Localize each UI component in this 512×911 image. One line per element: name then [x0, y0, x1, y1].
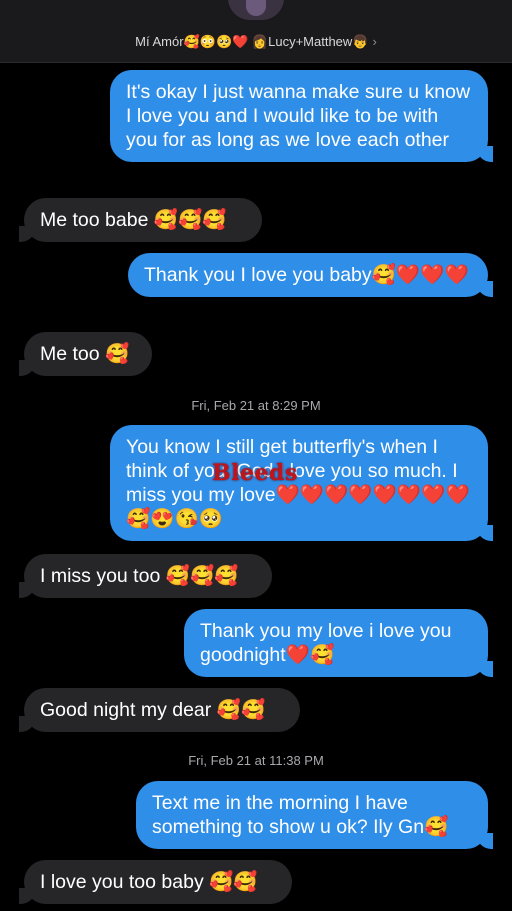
received-message[interactable]: I love you too baby 🥰🥰 [19, 860, 292, 904]
conversation-header[interactable]: Mí Amór🥰😳🥺❤️ 👩Lucy+Matthew👦 › [0, 0, 512, 63]
chevron-right-icon: › [372, 34, 377, 49]
received-message[interactable]: I miss you too 🥰🥰🥰 [19, 554, 272, 598]
timestamp-day: Fri, Feb 21 [191, 398, 255, 413]
timestamp: Fri, Feb 21 at 8:29 PM [191, 398, 321, 413]
sent-message[interactable]: It's okay I just wanna make sure u know … [110, 70, 493, 162]
timestamp: Fri, Feb 21 at 11:38 PM [188, 753, 324, 768]
received-message[interactable]: Me too 🥰 [19, 332, 152, 376]
sent-message[interactable]: Text me in the morning I have something … [136, 781, 493, 849]
timestamp-day: Fri, Feb 21 [188, 753, 252, 768]
received-message[interactable]: Good night my dear 🥰🥰 [19, 688, 300, 732]
watermark: Bleeds [212, 460, 298, 486]
sent-message[interactable]: Thank you I love you baby🥰❤️❤️❤️ [128, 253, 493, 297]
contact-avatar[interactable] [228, 0, 284, 20]
timestamp-time: 11:38 PM [269, 753, 324, 768]
contact-name[interactable]: Mí Amór🥰😳🥺❤️ 👩Lucy+Matthew👦 › [0, 34, 512, 50]
sent-message[interactable]: You know I still get butterfly's when I … [110, 425, 493, 541]
timestamp-time: 8:29 PM [272, 398, 321, 413]
contact-name-label: Mí Amór🥰😳🥺❤️ 👩Lucy+Matthew👦 [135, 34, 369, 49]
sent-message[interactable]: Thank you my love i love you goodnight❤️… [184, 609, 493, 677]
received-message[interactable]: Me too babe 🥰🥰🥰 [19, 198, 262, 242]
